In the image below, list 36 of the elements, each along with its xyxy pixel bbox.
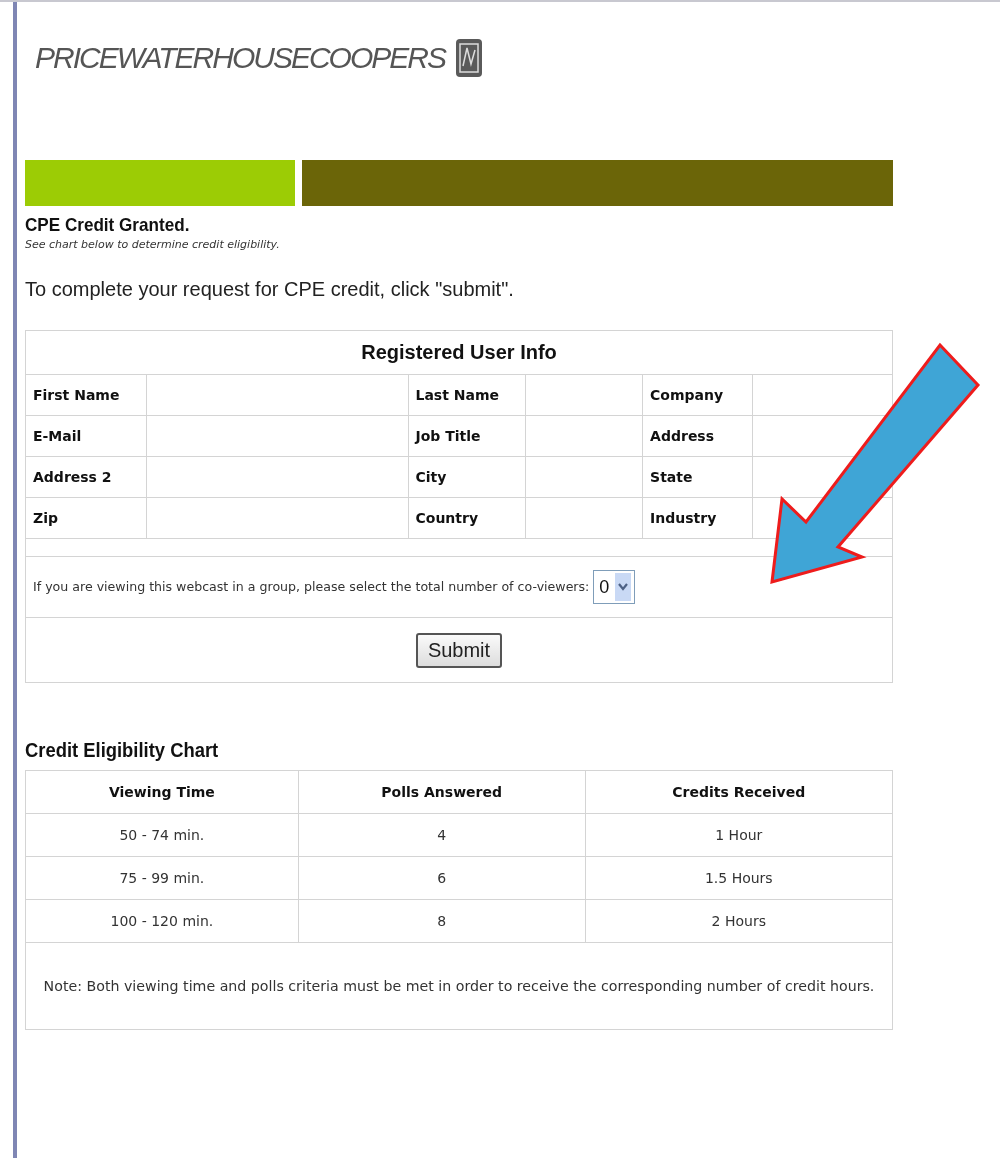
table-cell: 50 - 74 min. (25, 813, 299, 857)
coviewers-dropdown[interactable]: 0 (593, 570, 636, 604)
hint-text: See chart below to determine credit eligibility. (25, 238, 281, 251)
table-cell: 4 (298, 813, 586, 857)
field-label: Job Title (408, 415, 526, 457)
status-heading: CPE Credit Granted. (25, 214, 191, 236)
column-header: Polls Answered (298, 770, 586, 814)
field-label: Industry (642, 497, 753, 539)
field-label: State (642, 456, 753, 498)
table-cell: 6 (298, 856, 586, 900)
column-header: Credits Received (585, 770, 893, 814)
field-label: Last Name (408, 374, 526, 416)
table-cell: 75 - 99 min. (25, 856, 299, 900)
field-label: Country (408, 497, 526, 539)
caret-icon (615, 573, 632, 601)
company-logo-text: PRICEWATERHOUSECOOPERS (35, 41, 445, 75)
instruction-text: To complete your request for CPE credit, click "submit". (25, 278, 515, 301)
coviewers-prompt: If you are viewing this webcast in a group, please select the total number of co-viewers: (33, 578, 590, 594)
field-label: Company (642, 374, 753, 416)
submit-button[interactable]: Submit (415, 632, 503, 668)
field-label: First Name (25, 374, 147, 416)
field-label: Zip (25, 497, 147, 539)
field-label: Address 2 (25, 456, 147, 498)
field-label: Address (642, 415, 753, 457)
table-cell: 8 (298, 899, 586, 943)
column-header: Viewing Time (25, 770, 299, 814)
table-title: Registered User Info (25, 330, 893, 375)
table-cell: 1.5 Hours (585, 856, 893, 900)
note-text: Note: Both viewing time and polls criteria must be met in order to receive the corresponding number of credit hours. (25, 942, 893, 1030)
field-label: City (408, 456, 526, 498)
field-label: E-Mail (25, 415, 147, 457)
logo-emblem-icon (454, 38, 483, 78)
table-cell: 2 Hours (585, 899, 893, 943)
table-cell: 1 Hour (585, 813, 893, 857)
table-cell: 100 - 120 min. (25, 899, 299, 943)
section-heading: Credit Eligibility Chart (25, 739, 220, 762)
